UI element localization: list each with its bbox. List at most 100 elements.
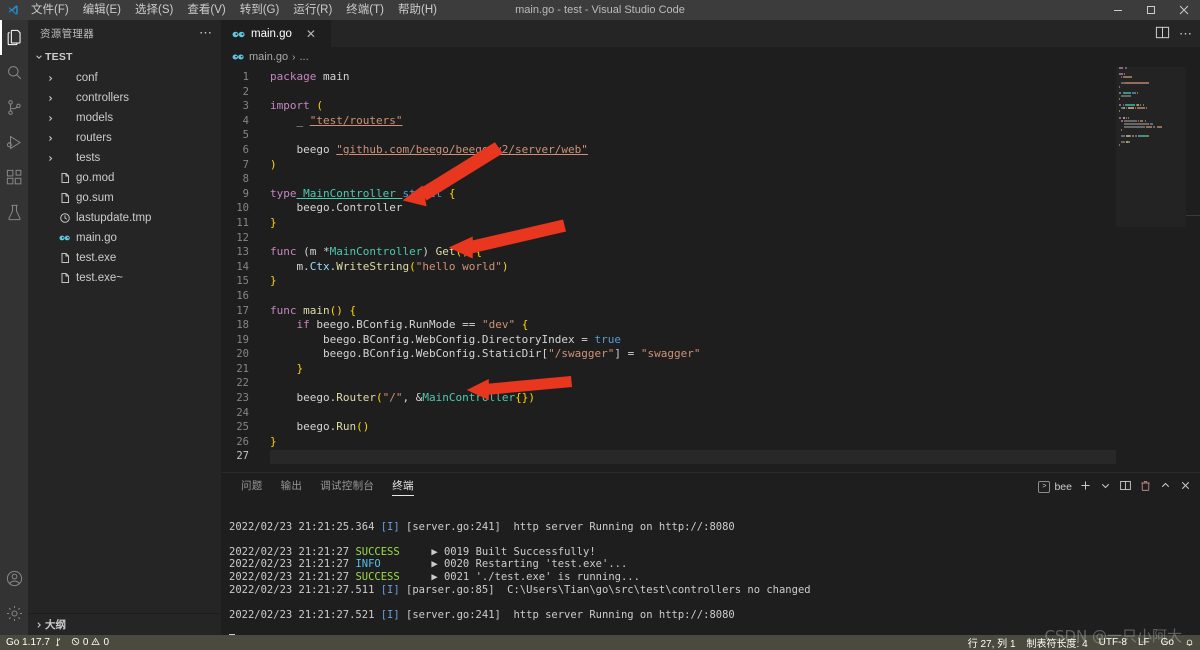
code-line[interactable]: 4 _ "test/routers" xyxy=(222,114,1200,129)
tree-item-models[interactable]: models xyxy=(28,108,221,128)
code-line[interactable]: 13 func (m *MainController) Get() { xyxy=(222,245,1200,260)
notifications-bell-icon[interactable] xyxy=(1185,638,1194,647)
account-icon[interactable] xyxy=(0,561,28,596)
line-text: ) xyxy=(270,157,277,171)
line-text: func (m *MainController) Get() { xyxy=(270,245,482,259)
explorer-icon[interactable] xyxy=(0,20,28,55)
menu-help[interactable]: 帮助(H) xyxy=(391,0,444,20)
line-text: } xyxy=(270,215,277,229)
status-language-mode[interactable]: Go xyxy=(1161,637,1174,648)
code-line[interactable]: 20 beego.BConfig.WebConfig.StaticDir["/s… xyxy=(222,347,1200,362)
menu-terminal[interactable]: 终端(T) xyxy=(339,0,391,20)
menu-selection[interactable]: 选择(S) xyxy=(128,0,180,20)
close-button[interactable] xyxy=(1167,0,1200,20)
search-icon[interactable] xyxy=(0,55,28,90)
status-encoding[interactable]: UTF-8 xyxy=(1099,637,1127,648)
tree-item-go-mod[interactable]: go.mod xyxy=(28,168,221,188)
code-line[interactable]: 12 xyxy=(222,231,1200,246)
tab-debug-console[interactable]: 调试控制台 xyxy=(311,473,383,500)
code-line[interactable]: 16 xyxy=(222,289,1200,304)
code-line[interactable]: 1 package main xyxy=(222,70,1200,85)
code-line[interactable]: 3 import ( xyxy=(222,99,1200,114)
extensions-icon[interactable] xyxy=(0,160,28,195)
code-line[interactable]: 2 xyxy=(222,85,1200,100)
code-line[interactable]: 21 } xyxy=(222,362,1200,377)
code-line[interactable]: 19 beego.BConfig.WebConfig.DirectoryInde… xyxy=(222,333,1200,348)
status-cursor-position[interactable]: 行 27, 列 1 xyxy=(968,635,1016,650)
terminal-bee-line: 2022/02/23 21:21:27 SUCCESS ▶ 0019 Built… xyxy=(229,545,596,558)
menu-run[interactable]: 运行(R) xyxy=(286,0,339,20)
code-line[interactable]: 14 m.Ctx.WriteString("hello world") xyxy=(222,260,1200,275)
maximize-button[interactable] xyxy=(1134,0,1167,20)
code-content[interactable]: 1 package main 2 3 import (4 _ "test/routers… xyxy=(222,67,1200,472)
code-line[interactable]: 6 beego "github.com/beego/beego/v2/serve… xyxy=(222,143,1200,158)
tree-item-main-go[interactable]: main.go xyxy=(28,228,221,248)
breadcrumb-separator: › xyxy=(292,51,296,63)
split-editor-icon[interactable] xyxy=(1155,25,1170,43)
code-line[interactable]: 9 type MainController struct { xyxy=(222,187,1200,202)
code-editor[interactable]: 1 package main 2 3 import (4 _ "test/routers… xyxy=(222,67,1200,472)
settings-gear-icon[interactable] xyxy=(0,596,28,631)
new-terminal-icon[interactable] xyxy=(1079,479,1092,495)
menu-bar: 文件(F) 编辑(E) 选择(S) 查看(V) 转到(G) 运行(R) 终端(T… xyxy=(24,0,444,20)
code-line[interactable]: 5 xyxy=(222,128,1200,143)
kill-terminal-icon[interactable] xyxy=(1139,479,1152,495)
sidebar-section-outline[interactable]: 大纲 xyxy=(28,613,221,635)
code-line[interactable]: 8 xyxy=(222,172,1200,187)
tree-item-routers[interactable]: routers xyxy=(28,128,221,148)
terminal-output[interactable]: 2022/02/23 21:21:25.364 [I] [server.go:2… xyxy=(222,500,1200,635)
tree-item-tests[interactable]: tests xyxy=(28,148,221,168)
menu-file[interactable]: 文件(F) xyxy=(24,0,76,20)
tree-item-label: test.exe xyxy=(76,252,117,264)
run-debug-icon[interactable] xyxy=(0,125,28,160)
minimize-button[interactable] xyxy=(1101,0,1134,20)
tree-item-label: routers xyxy=(76,132,112,144)
breadcrumb-tail[interactable]: ... xyxy=(299,51,308,63)
maximize-panel-icon[interactable] xyxy=(1159,479,1172,495)
status-problems[interactable]: 0 0 xyxy=(71,637,109,649)
tab-output[interactable]: 输出 xyxy=(272,473,312,500)
warning-count: 0 xyxy=(103,637,110,648)
tree-item-test-exe[interactable]: test.exe xyxy=(28,248,221,268)
tab-main-go[interactable]: main.go ✕ xyxy=(222,20,332,47)
breadcrumb-file[interactable]: main.go xyxy=(249,51,288,63)
chevron-down-icon[interactable] xyxy=(1099,479,1112,495)
sidebar-more-actions-icon[interactable]: ⋯ xyxy=(199,26,213,39)
code-line[interactable]: 7) xyxy=(222,158,1200,173)
code-line[interactable]: 22 xyxy=(222,376,1200,391)
tab-terminal[interactable]: 终端 xyxy=(383,473,423,500)
tree-item-test-exe-backup[interactable]: test.exe~ xyxy=(28,268,221,288)
terminal-selector[interactable]: > bee xyxy=(1038,480,1072,493)
menu-go[interactable]: 转到(G) xyxy=(233,0,287,20)
testing-icon[interactable] xyxy=(0,195,28,230)
code-line[interactable]: 15} xyxy=(222,274,1200,289)
more-actions-icon[interactable]: ⋯ xyxy=(1179,27,1193,40)
code-line[interactable]: 25 beego.Run() xyxy=(222,420,1200,435)
tree-item-conf[interactable]: conf xyxy=(28,68,221,88)
split-terminal-icon[interactable] xyxy=(1119,479,1132,495)
code-line[interactable]: 26} xyxy=(222,435,1200,450)
status-go-version[interactable]: Go 1.17.7 xyxy=(6,637,62,649)
close-panel-icon[interactable] xyxy=(1179,479,1192,495)
tab-problems[interactable]: 问题 xyxy=(232,473,272,500)
code-line[interactable]: 18 if beego.BConfig.RunMode == "dev" { xyxy=(222,318,1200,333)
menu-view[interactable]: 查看(V) xyxy=(180,0,232,20)
code-line[interactable]: 24 xyxy=(222,406,1200,421)
source-control-icon[interactable] xyxy=(0,90,28,125)
tree-item-lastupdate-tmp[interactable]: lastupdate.tmp xyxy=(28,208,221,228)
status-indentation[interactable]: 制表符长度: 4 xyxy=(1027,635,1088,650)
status-eol[interactable]: LF xyxy=(1138,637,1150,648)
code-line[interactable]: 17 func main() { xyxy=(222,304,1200,319)
code-line[interactable]: 11} xyxy=(222,216,1200,231)
code-line[interactable]: 10 beego.Controller xyxy=(222,201,1200,216)
editor-scrollbar[interactable] xyxy=(1186,67,1200,472)
terminal-log-line: 2022/02/23 21:21:27.511 [I] [parser.go:8… xyxy=(229,583,811,596)
menu-edit[interactable]: 编辑(E) xyxy=(76,0,128,20)
go-icon xyxy=(232,30,246,39)
close-icon[interactable]: ✕ xyxy=(304,28,318,40)
tree-item-controllers[interactable]: controllers xyxy=(28,88,221,108)
tree-item-go-sum[interactable]: go.sum xyxy=(28,188,221,208)
folder-root-test[interactable]: TEST xyxy=(28,46,221,68)
minimap-slider[interactable] xyxy=(1116,67,1186,227)
code-line[interactable]: 23 beego.Router("/", &MainController{}) xyxy=(222,391,1200,406)
